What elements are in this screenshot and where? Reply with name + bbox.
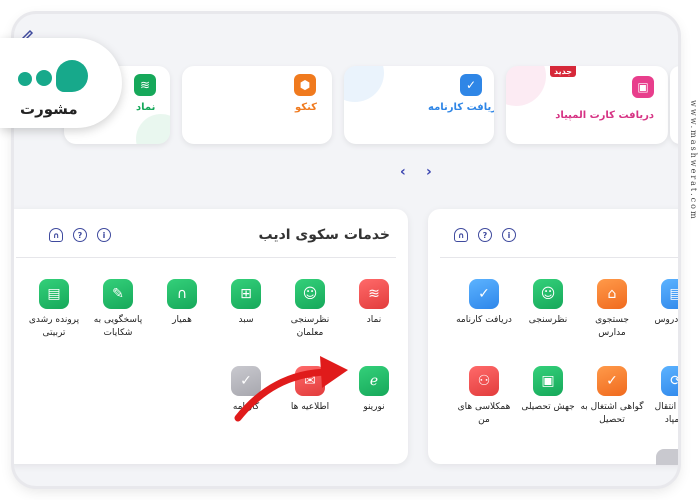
namad-icon: ≋ xyxy=(134,74,156,96)
classmates-icon: ⚇ xyxy=(469,366,499,396)
card-icon: ▣ xyxy=(632,76,654,98)
service-label: اطلاعیه ها xyxy=(290,402,330,412)
service-school-search[interactable]: ⌂ جستجوی مدارس xyxy=(580,279,644,340)
service-enrollment-certificate[interactable]: ✓ گواهی اشتغال به تحصیل xyxy=(580,366,644,427)
service-label: همیار xyxy=(172,315,192,325)
logo-wordmark: مشورت xyxy=(20,100,78,118)
namad-icon: ≋ xyxy=(359,279,389,309)
lessons-icon: ▤ xyxy=(661,279,678,309)
service-academic-leap[interactable]: ▣ جهش تحصیلی xyxy=(516,366,580,414)
report-card-icon: ✓ xyxy=(231,366,261,396)
carousel-next-button[interactable]: › xyxy=(426,164,432,180)
complaint-icon: ✎ xyxy=(103,279,133,309)
card-label: نماد xyxy=(136,102,156,113)
service-announcements[interactable]: ✉ اطلاعیه ها xyxy=(278,366,342,414)
info-icon[interactable]: i xyxy=(97,228,111,242)
service-basket[interactable]: ⊞ سبد xyxy=(214,279,278,327)
new-badge: جدید xyxy=(549,66,576,77)
school-search-icon: ⌂ xyxy=(597,279,627,309)
card-decoration xyxy=(344,66,384,102)
help-icon[interactable]: ? xyxy=(478,228,492,242)
adib-services-panel: خدمات سکوی ادیب i ? ∩ ≋ نماد ☺ نظرسنجی م… xyxy=(14,209,408,464)
panel-title: خدمات سکوی ادیب xyxy=(258,227,391,243)
logo: مشورت xyxy=(0,38,122,128)
panel-divider xyxy=(440,257,678,258)
watermark: www.mashwerat.com xyxy=(689,100,698,221)
service-label: دریافت کارنامه xyxy=(456,315,512,325)
card-decoration xyxy=(136,114,170,144)
service-namad[interactable]: ≋ نماد xyxy=(342,279,406,327)
report-icon: ✓ xyxy=(469,279,499,309)
service-label: سبد xyxy=(238,315,254,325)
service-label: پاسخگویی به شکایات xyxy=(93,315,143,338)
basket-icon: ⊞ xyxy=(231,279,261,309)
announcement-icon: ✉ xyxy=(295,366,325,396)
service-sampad-transfer[interactable]: ⟳ قل و انتقال سمپاد xyxy=(644,366,678,427)
service-label: گواهی اشتغال به تحصیل xyxy=(580,402,644,425)
box-icon: ⬢ xyxy=(294,74,316,96)
card-label: دریافت کارت المپیاد xyxy=(555,110,654,121)
service-label: جستجوی مدارس xyxy=(595,315,629,338)
service-label: جهش تحصیلی xyxy=(521,402,575,412)
leap-icon: ▣ xyxy=(533,366,563,396)
survey-icon: ☺ xyxy=(533,279,563,309)
folder-icon: ▤ xyxy=(39,279,69,309)
service-label: همکلاسی های من xyxy=(457,402,511,425)
carousel-card-olympiad[interactable]: جدید ▣ دریافت کارت المپیاد xyxy=(506,66,668,144)
service-lessons[interactable]: ▤ ست دروس xyxy=(644,279,678,327)
service-label: نظرسنجی xyxy=(528,315,568,325)
service-hamyar[interactable]: ∩ همیار xyxy=(150,279,214,327)
screenshot-frame: جدید ▣ دریافت کارت المپیاد ✓ دریافت کارن… xyxy=(0,0,700,500)
headset-icon[interactable]: ∩ xyxy=(454,228,468,242)
carousel-card-konkoor[interactable]: ⬢ کنکو xyxy=(182,66,332,144)
service-label: نماد xyxy=(366,315,382,325)
service-complaints[interactable]: ✎ پاسخگویی به شکایات xyxy=(86,279,150,340)
partial-tile xyxy=(656,449,678,465)
card-label: کنکو xyxy=(295,102,317,113)
service-growth-file[interactable]: ▤ پرونده رشدی تربیتی xyxy=(22,279,86,340)
service-label: پرونده رشدی تربیتی xyxy=(28,315,80,338)
service-label: نظرسنجی معلمان xyxy=(290,315,330,338)
headset-icon[interactable]: ∩ xyxy=(49,228,63,242)
help-icon[interactable]: ? xyxy=(73,228,87,242)
card-label: دریافت کارنامه xyxy=(428,102,494,113)
panel-divider xyxy=(16,257,396,258)
service-noorino[interactable]: ℯ نورینو xyxy=(342,366,406,414)
service-label: قل و انتقال سمپاد xyxy=(654,402,678,425)
carousel-card-partial[interactable] xyxy=(670,66,678,144)
transfer-icon: ⟳ xyxy=(661,366,678,396)
service-label: نورینو xyxy=(363,402,385,412)
service-label: ست دروس xyxy=(654,315,678,325)
logo-dot xyxy=(18,72,32,86)
carousel-prev-button[interactable]: ‹ xyxy=(400,164,406,180)
certificate-icon: ✓ xyxy=(597,366,627,396)
service-survey-teachers[interactable]: ☺ نظرسنجی معلمان xyxy=(278,279,342,340)
service-classmates[interactable]: ⚇ همکلاسی های من xyxy=(452,366,516,427)
service-get-report[interactable]: ✓ دریافت کارنامه xyxy=(452,279,516,327)
survey-teachers-icon: ☺ xyxy=(295,279,325,309)
logo-dot xyxy=(36,70,52,86)
info-icon[interactable]: i xyxy=(502,228,516,242)
card-decoration xyxy=(506,66,546,106)
noorino-icon: ℯ xyxy=(359,366,389,396)
service-survey[interactable]: ☺ نظرسنجی xyxy=(516,279,580,327)
logo-bubble xyxy=(56,60,88,92)
carousel-card-report[interactable]: ✓ دریافت کارنامه xyxy=(344,66,494,144)
headset-icon: ∩ xyxy=(167,279,197,309)
service-report-card[interactable]: ✓ کارنامه xyxy=(214,366,278,414)
service-label: کارنامه xyxy=(232,402,260,412)
student-services-panel: i ? ∩ ✓ دریافت کارنامه ☺ نظرسنجی ⌂ جستجو… xyxy=(428,209,678,465)
report-icon: ✓ xyxy=(460,74,482,96)
